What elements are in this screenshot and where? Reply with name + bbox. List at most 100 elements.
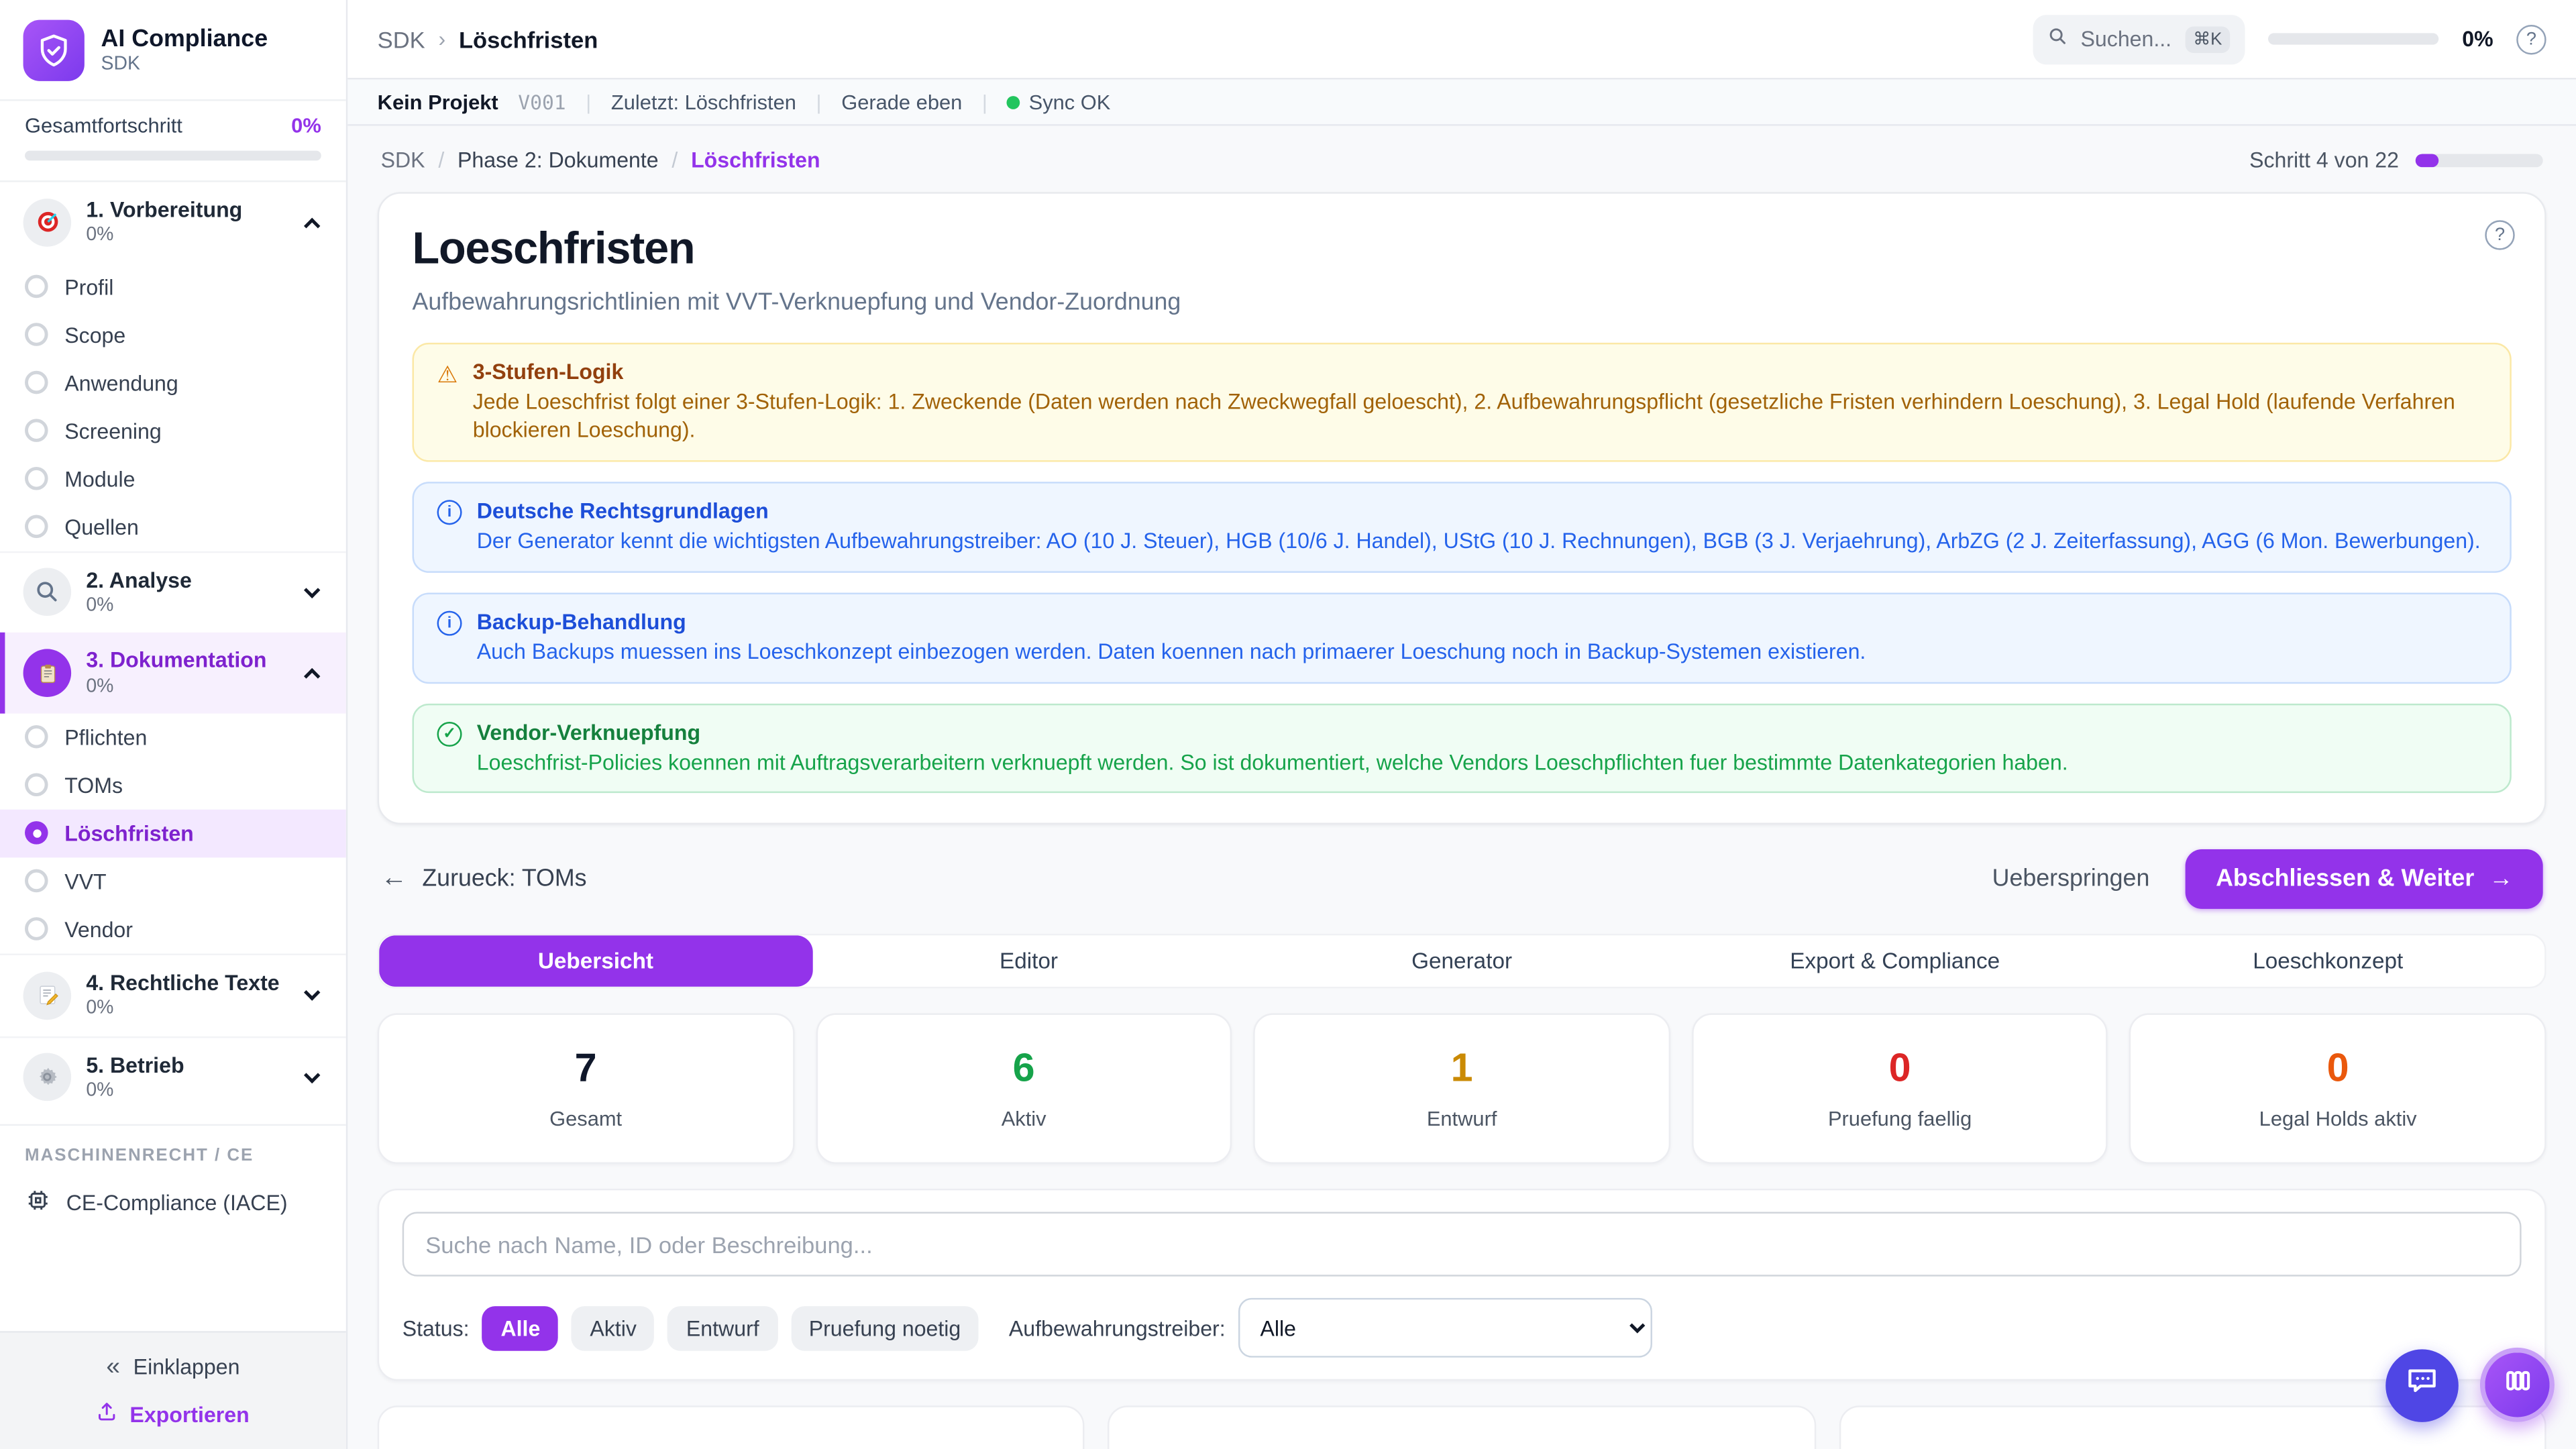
columns-fab-button[interactable] bbox=[2480, 1348, 2555, 1422]
tab-bar: Uebersicht Editor Generator Export & Com… bbox=[378, 934, 2546, 989]
radio-icon bbox=[25, 371, 48, 394]
stat-value: 0 bbox=[1710, 1047, 2090, 1093]
policy-card-partial bbox=[1108, 1406, 1816, 1449]
section-percent: 0% bbox=[86, 997, 291, 1020]
status-pill-alle[interactable]: Alle bbox=[482, 1306, 558, 1351]
retention-driver-select[interactable]: Alle bbox=[1238, 1299, 1652, 1358]
arrow-left-icon: ← bbox=[381, 865, 407, 894]
radio-selected-icon bbox=[25, 822, 48, 845]
sidebar-item-module[interactable]: Module bbox=[0, 455, 346, 503]
tab-export-compliance[interactable]: Export & Compliance bbox=[1678, 936, 2112, 987]
chevron-up-icon bbox=[304, 668, 320, 684]
complete-next-button[interactable]: Abschliessen & Weiter → bbox=[2186, 850, 2543, 910]
radio-icon bbox=[25, 419, 48, 443]
search-filter-card: Status: Alle Aktiv Entwurf Pruefung noet… bbox=[378, 1189, 2546, 1381]
alert-body: Jede Loeschfrist folgt einer 3-Stufen-Lo… bbox=[473, 389, 2487, 445]
global-search-input[interactable]: Suchen... ⌘K bbox=[2033, 14, 2245, 64]
tab-uebersicht[interactable]: Uebersicht bbox=[379, 936, 812, 987]
tab-editor[interactable]: Editor bbox=[812, 936, 1246, 987]
status-filter-label: Status: bbox=[402, 1316, 470, 1341]
alert-body: Der Generator kennt die wichtigsten Aufb… bbox=[477, 528, 2481, 556]
policy-search-input[interactable] bbox=[402, 1213, 2522, 1277]
sidebar-item-scope[interactable]: Scope bbox=[0, 311, 346, 359]
sidebar-item-label: Löschfristen bbox=[64, 821, 194, 846]
section-percent: 0% bbox=[86, 1079, 291, 1102]
status-pill-aktiv[interactable]: Aktiv bbox=[572, 1306, 655, 1351]
stat-card-pruefung-faellig: 0 Pruefung faellig bbox=[1692, 1014, 2108, 1165]
step-progress-fill bbox=[2416, 153, 2438, 166]
stat-label: Entwurf bbox=[1272, 1108, 1652, 1132]
page-subtitle: Aufbewahrungsrichtlinien mit VVT-Verknue… bbox=[413, 290, 2512, 316]
sidebar-item-screening[interactable]: Screening bbox=[0, 407, 346, 455]
sidebar-item-anwendung[interactable]: Anwendung bbox=[0, 359, 346, 407]
page-header-card: Loeschfristen Aufbewahrungsrichtlinien m… bbox=[378, 192, 2546, 825]
section-title: 1. Vorbereitung bbox=[86, 197, 291, 224]
sidebar-nav: 1. Vorbereitung 0% Profil Scope Anwendun… bbox=[0, 180, 346, 1331]
breadcrumb-root[interactable]: SDK bbox=[378, 25, 425, 52]
collapse-label: Einklappen bbox=[133, 1354, 240, 1379]
alert-title: Backup-Behandlung bbox=[477, 608, 1866, 633]
tab-loeschkonzept[interactable]: Loeschkonzept bbox=[2111, 936, 2544, 987]
overall-progress-value: 0% bbox=[291, 114, 321, 138]
sidebar-item-label: VVT bbox=[64, 869, 106, 894]
upload-icon bbox=[97, 1401, 118, 1427]
chevron-down-icon bbox=[304, 985, 320, 1001]
sidebar-section-analyse[interactable]: 2. Analyse 0% bbox=[0, 551, 346, 633]
last-step-status: Zuletzt: Löschfristen bbox=[611, 91, 796, 114]
alert-info-legal: i Deutsche Rechtsgrundlagen Der Generato… bbox=[413, 482, 2512, 572]
skip-button[interactable]: Ueberspringen bbox=[1992, 867, 2150, 893]
sidebar-item-label: Module bbox=[64, 466, 135, 491]
step-label: Schritt 4 von 22 bbox=[2249, 148, 2399, 172]
alert-body: Loeschfrist-Policies koennen mit Auftrag… bbox=[477, 749, 2068, 777]
stat-card-gesamt: 7 Gesamt bbox=[378, 1014, 794, 1165]
sidebar-section-dokumentation[interactable]: 3. Dokumentation 0% bbox=[0, 633, 346, 713]
status-pill-entwurf[interactable]: Entwurf bbox=[668, 1306, 777, 1351]
stats-row: 7 Gesamt 6 Aktiv 1 Entwurf 0 Pruefung fa… bbox=[378, 1014, 2546, 1165]
sidebar: AI Compliance SDK Gesamtfortschritt 0% 1… bbox=[0, 0, 347, 1449]
breadcrumb-phase[interactable]: Phase 2: Dokumente bbox=[458, 148, 659, 172]
breadcrumb-sdk[interactable]: SDK bbox=[381, 148, 425, 172]
app-brand: AI Compliance SDK bbox=[0, 0, 346, 99]
sidebar-item-loeschfristen[interactable]: Löschfristen bbox=[0, 809, 346, 857]
stat-label: Pruefung faellig bbox=[1710, 1108, 2090, 1132]
search-icon bbox=[2047, 24, 2068, 54]
back-button[interactable]: ← Zurueck: TOMs bbox=[381, 865, 587, 894]
tab-generator[interactable]: Generator bbox=[1245, 936, 1678, 987]
help-icon[interactable]: ? bbox=[2516, 24, 2546, 54]
stat-label: Aktiv bbox=[834, 1108, 1214, 1132]
filter-row: Status: Alle Aktiv Entwurf Pruefung noet… bbox=[402, 1299, 2522, 1358]
sidebar-item-quellen[interactable]: Quellen bbox=[0, 502, 346, 551]
sidebar-item-ce-compliance[interactable]: CE-Compliance (IACE) bbox=[0, 1176, 346, 1236]
clipboard-icon bbox=[23, 649, 72, 698]
collapse-sidebar-button[interactable]: « Einklappen bbox=[106, 1352, 239, 1381]
double-chevron-left-icon: « bbox=[106, 1352, 120, 1381]
breadcrumb: SDK › Löschfristen bbox=[378, 25, 598, 52]
breadcrumb-current-page: Löschfristen bbox=[691, 148, 820, 172]
info-icon: i bbox=[437, 610, 462, 635]
stat-card-legal-holds: 0 Legal Holds aktiv bbox=[2130, 1014, 2546, 1165]
sidebar-item-vvt[interactable]: VVT bbox=[0, 857, 346, 906]
status-pill-pruefung-noetig[interactable]: Pruefung noetig bbox=[791, 1306, 979, 1351]
sidebar-item-toms[interactable]: TOMs bbox=[0, 761, 346, 810]
radio-icon bbox=[25, 467, 48, 490]
export-button[interactable]: Exportieren bbox=[97, 1401, 250, 1427]
sidebar-section-vorbereitung[interactable]: 1. Vorbereitung 0% bbox=[0, 182, 346, 262]
chevron-down-icon bbox=[304, 582, 320, 598]
sidebar-item-profil[interactable]: Profil bbox=[0, 262, 346, 311]
sidebar-section-betrieb[interactable]: 5. Betrieb 0% bbox=[0, 1036, 346, 1118]
stat-card-aktiv: 6 Aktiv bbox=[816, 1014, 1232, 1165]
section-title: 3. Dokumentation bbox=[86, 648, 291, 675]
sidebar-item-pflichten[interactable]: Pflichten bbox=[0, 713, 346, 761]
breadcrumb-separator: / bbox=[672, 148, 678, 172]
page-help-icon[interactable]: ? bbox=[2485, 220, 2514, 250]
sidebar-item-vendor[interactable]: Vendor bbox=[0, 906, 346, 954]
columns-icon bbox=[2501, 1364, 2534, 1406]
app-title: AI Compliance bbox=[101, 26, 268, 55]
overall-progress: Gesamtfortschritt 0% bbox=[0, 99, 346, 180]
alert-title: 3-Stufen-Logik bbox=[473, 360, 2487, 384]
sidebar-section-rechtliche-texte[interactable]: 4. Rechtliche Texte 0% bbox=[0, 953, 346, 1035]
chat-fab-button[interactable] bbox=[2385, 1348, 2459, 1421]
radio-icon bbox=[25, 515, 48, 539]
stat-value: 1 bbox=[1272, 1047, 1652, 1093]
target-icon bbox=[23, 199, 72, 247]
